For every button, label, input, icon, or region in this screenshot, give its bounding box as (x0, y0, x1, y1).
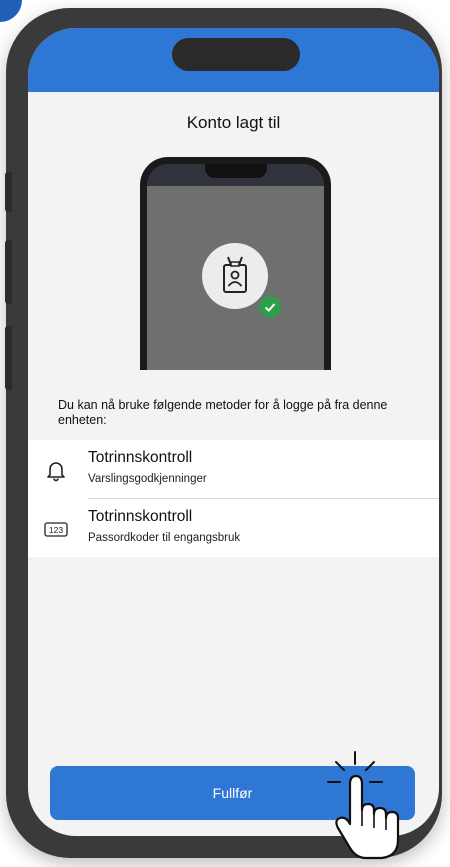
mute-switch (5, 172, 12, 212)
phone-illustration (140, 157, 331, 370)
corner-accent (0, 0, 22, 22)
phone-frame: Konto lagt til Du kan nå bruke følgende … (5, 8, 442, 858)
bell-icon (44, 458, 68, 482)
method-subtitle: Passordkoder til engangsbruk (88, 532, 241, 544)
method-one-time-passcodes[interactable]: 123 Totrinnskontroll Passordkoder til en… (28, 499, 439, 557)
volume-down-button (5, 326, 12, 390)
methods-list: Totrinnskontroll Varslingsgodkjenninger … (28, 440, 439, 557)
method-subtitle: Varslingsgodkjenninger (88, 473, 207, 485)
illustration-notch (205, 164, 267, 178)
illustration-screen (147, 164, 324, 370)
page-title: Konto lagt til (186, 113, 281, 132)
method-title: Totrinnskontroll (88, 449, 193, 466)
numeric-code-icon: 123 (44, 517, 68, 541)
svg-text:123: 123 (49, 525, 63, 535)
dynamic-island (172, 38, 300, 71)
checkmark-icon (257, 294, 283, 320)
phone-screen: Konto lagt til Du kan nå bruke følgende … (28, 28, 439, 836)
instruction-text: Du kan nå bruke følgende metoder for å l… (58, 398, 388, 427)
volume-up-button (5, 240, 12, 304)
method-title: Totrinnskontroll (88, 508, 193, 525)
hand-pointer-icon (322, 748, 408, 862)
method-push-notifications[interactable]: Totrinnskontroll Varslingsgodkjenninger (28, 440, 439, 498)
